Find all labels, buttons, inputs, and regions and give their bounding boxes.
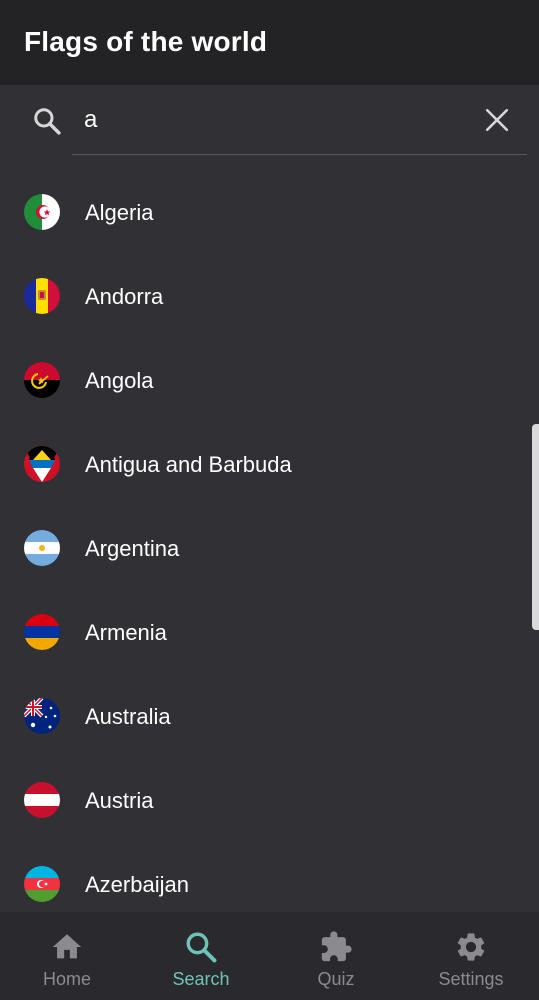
bottom-navigation: Home Search Quiz Settings xyxy=(0,912,539,1000)
country-name: Azerbaijan xyxy=(85,872,189,897)
armenia-flag-icon xyxy=(24,614,60,650)
australia-flag-icon xyxy=(24,698,60,734)
country-name: Argentina xyxy=(85,536,180,561)
country-name: Angola xyxy=(85,368,154,393)
country-name: Australia xyxy=(85,704,171,729)
list-item-armenia[interactable]: Armenia xyxy=(0,590,539,674)
list-item-austria[interactable]: Austria xyxy=(0,758,539,842)
austria-flag-icon xyxy=(24,782,60,818)
country-name: Antigua and Barbuda xyxy=(85,452,292,477)
nav-quiz[interactable]: Quiz xyxy=(269,912,403,1000)
app-title: Flags of the world xyxy=(24,26,268,57)
andorra-flag-icon xyxy=(24,278,60,314)
azerbaijan-flag-icon xyxy=(24,866,60,902)
close-icon[interactable] xyxy=(484,107,510,133)
search-underline xyxy=(72,154,527,155)
list-item-argentina[interactable]: Argentina xyxy=(0,506,539,590)
app-bar: Flags of the world xyxy=(0,0,539,85)
nav-label: Quiz xyxy=(317,969,355,989)
country-name: Armenia xyxy=(85,620,167,645)
argentina-flag-icon xyxy=(24,530,60,566)
nav-home[interactable]: Home xyxy=(0,912,134,1000)
antigua-and-barbuda-flag-icon xyxy=(24,446,60,482)
country-name: Austria xyxy=(85,788,154,813)
nav-settings[interactable]: Settings xyxy=(404,912,538,1000)
list-item-australia[interactable]: Australia xyxy=(0,674,539,758)
search-icon xyxy=(34,108,61,135)
algeria-flag-icon xyxy=(24,194,60,230)
country-name: Andorra xyxy=(85,284,164,309)
country-name: Algeria xyxy=(85,200,154,225)
list-item-andorra[interactable]: Andorra xyxy=(0,254,539,338)
angola-flag-icon xyxy=(24,362,60,398)
nav-label: Search xyxy=(172,969,230,989)
list-item-antigua-and-barbuda[interactable]: Antigua and Barbuda xyxy=(0,422,539,506)
list-item-angola[interactable]: Angola xyxy=(0,338,539,422)
nav-label: Home xyxy=(42,969,91,989)
nav-label: Settings xyxy=(438,969,504,989)
gear-icon xyxy=(457,933,485,961)
scrollbar-thumb[interactable] xyxy=(532,424,539,630)
puzzle-icon xyxy=(321,931,352,962)
home-icon xyxy=(52,934,82,959)
list-item-algeria[interactable]: Algeria xyxy=(0,170,539,254)
search-icon xyxy=(186,932,217,963)
search-input[interactable] xyxy=(72,98,472,142)
nav-search[interactable]: Search xyxy=(134,912,268,1000)
